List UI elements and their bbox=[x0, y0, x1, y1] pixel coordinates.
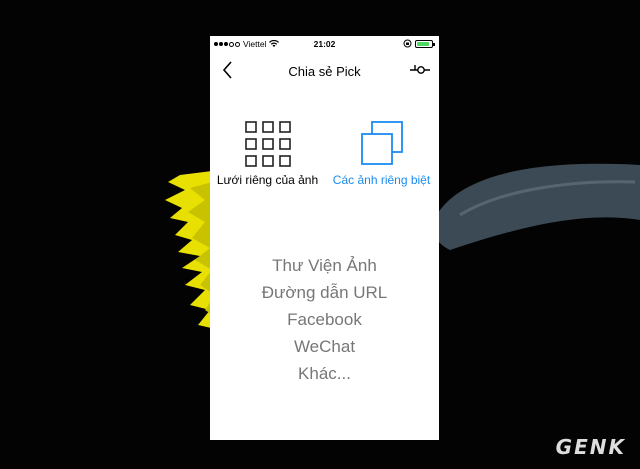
phone-screen: Viettel 21:02 Chia sẻ Pick Lưới riêng củ… bbox=[210, 36, 439, 440]
genk-watermark-logo: GENK bbox=[555, 435, 626, 459]
nav-bar: Chia sẻ Pick bbox=[210, 56, 439, 86]
stacked-squares-icon bbox=[360, 121, 403, 165]
share-other[interactable]: Khác... bbox=[210, 360, 439, 387]
grid-option-button[interactable]: Lưới riêng của ảnh bbox=[210, 120, 325, 187]
leaf-image bbox=[433, 163, 640, 250]
share-wechat[interactable]: WeChat bbox=[210, 333, 439, 360]
grid-icon bbox=[244, 121, 291, 167]
status-bar: Viettel 21:02 bbox=[210, 36, 439, 52]
battery-icon bbox=[415, 39, 435, 48]
share-facebook[interactable]: Facebook bbox=[210, 306, 439, 333]
share-url-link[interactable]: Đường dẫn URL bbox=[210, 279, 439, 306]
separate-images-option-label: Các ảnh riêng biệt bbox=[332, 173, 431, 187]
share-photo-library[interactable]: Thư Viện Ảnh bbox=[210, 252, 439, 279]
separate-images-option-button[interactable]: Các ảnh riêng biệt bbox=[324, 120, 439, 187]
grid-option-label: Lưới riêng của ảnh bbox=[216, 173, 319, 187]
slider-settings-icon[interactable] bbox=[409, 62, 431, 78]
share-target-list: Thư Viện Ảnh Đường dẫn URL Facebook WeCh… bbox=[210, 252, 439, 387]
page-title: Chia sẻ Pick bbox=[288, 64, 361, 79]
orientation-lock-icon bbox=[403, 39, 412, 48]
